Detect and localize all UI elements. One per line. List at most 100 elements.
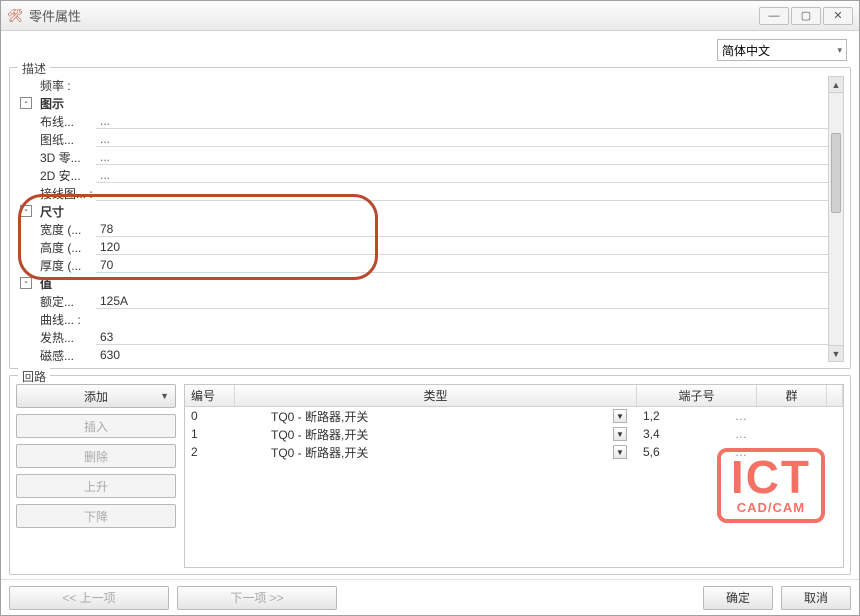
row-value[interactable]: 630 xyxy=(96,347,828,362)
description-legend: 描述 xyxy=(18,60,50,77)
tree-row[interactable]: 发热...63 xyxy=(16,328,828,346)
row-value[interactable]: 70 xyxy=(96,257,828,273)
titlebar: 零件属性 — ▢ ✕ xyxy=(1,1,859,31)
window-title: 零件属性 xyxy=(29,6,757,25)
table-row[interactable]: 1TQ0 - 断路器,开关▼3,4… xyxy=(185,425,843,443)
row-label: 磁感... xyxy=(36,347,96,363)
language-selected: 简体中文 xyxy=(722,42,770,59)
row-value[interactable]: 63 xyxy=(96,329,828,345)
cell-num: 2 xyxy=(185,443,235,461)
table-row[interactable]: 0TQ0 - 断路器,开关▼1,2… xyxy=(185,407,843,425)
tools-icon xyxy=(7,8,23,24)
row-label: 宽度 (... xyxy=(36,221,96,238)
row-label: 3D 零... xyxy=(36,149,96,166)
row-label: 2D 安... xyxy=(36,167,96,184)
tree-row[interactable]: 高度 (...120 xyxy=(16,238,828,256)
minimize-button[interactable]: — xyxy=(759,7,789,25)
row-value[interactable]: ... xyxy=(96,167,828,183)
dropdown-icon[interactable]: ▼ xyxy=(613,445,627,459)
cell-type[interactable]: TQ0 - 断路器,开关▼ xyxy=(235,407,637,425)
table-row[interactable]: 2TQ0 - 断路器,开关▼5,6… xyxy=(185,443,843,461)
chevron-down-icon: ▼ xyxy=(160,391,169,401)
maximize-button[interactable]: ▢ xyxy=(791,7,821,25)
tree-row[interactable]: 厚度 (...70 xyxy=(16,256,828,274)
cell-type[interactable]: TQ0 - 断路器,开关▼ xyxy=(235,443,637,461)
add-button[interactable]: 添加 ▼ xyxy=(16,384,176,408)
more-icon[interactable]: … xyxy=(731,445,751,459)
cell-terminal[interactable]: 1,2… xyxy=(637,407,757,425)
move-down-button: 下降 xyxy=(16,504,176,528)
cell-terminal[interactable]: 3,4… xyxy=(637,425,757,443)
row-value[interactable]: 125A xyxy=(96,293,828,309)
cell-terminal[interactable]: 5,6… xyxy=(637,443,757,461)
scroll-down-icon[interactable]: ▼ xyxy=(829,345,843,361)
row-value[interactable] xyxy=(96,77,828,93)
grid-body: 0TQ0 - 断路器,开关▼1,2…1TQ0 - 断路器,开关▼3,4…2TQ0… xyxy=(185,407,843,567)
row-label: 布线... xyxy=(36,113,96,130)
circuits-grid[interactable]: 编号 类型 端子号 群 0TQ0 - 断路器,开关▼1,2…1TQ0 - 断路器… xyxy=(184,384,844,568)
cell-group[interactable] xyxy=(757,407,827,425)
ok-button[interactable]: 确定 xyxy=(703,586,773,610)
tree-row[interactable]: 额定...125A xyxy=(16,292,828,310)
more-icon[interactable]: … xyxy=(731,409,751,423)
circuits-fieldset: 回路 添加 ▼ 插入 删除 上升 下降 编号 类型 端子号 xyxy=(9,375,851,575)
row-value[interactable]: 78 xyxy=(96,221,828,237)
tree-row[interactable]: 图纸...... xyxy=(16,130,828,148)
dropdown-icon[interactable]: ▼ xyxy=(613,427,627,441)
tree-row[interactable]: 接线图... :... xyxy=(16,184,828,202)
row-label: 高度 (... xyxy=(36,239,96,256)
footer-bar: << 上一项 下一项 >> 确定 取消 xyxy=(1,579,859,615)
tree-row[interactable]: 布线...... xyxy=(16,112,828,130)
tree-row[interactable]: 频率 : xyxy=(16,76,828,94)
row-label: 接线图... : xyxy=(36,185,96,202)
tree-group[interactable]: -尺寸 xyxy=(16,202,828,220)
scroll-thumb[interactable] xyxy=(831,133,841,213)
row-value[interactable]: ... xyxy=(96,131,828,147)
tree-row[interactable]: 3D 零...... xyxy=(16,148,828,166)
col-terminal[interactable]: 端子号 xyxy=(637,385,757,406)
dropdown-icon[interactable]: ▼ xyxy=(613,409,627,423)
language-select[interactable]: 简体中文 ▾ xyxy=(717,39,847,61)
row-label: 图纸... xyxy=(36,131,96,148)
description-tree[interactable]: 频率 :-图示布线......图纸......3D 零......2D 安...… xyxy=(16,76,828,362)
window: 零件属性 — ▢ ✕ 简体中文 ▾ 描述 频率 :-图示布线......图纸..… xyxy=(0,0,860,616)
col-group[interactable]: 群 xyxy=(757,385,827,406)
circuits-legend: 回路 xyxy=(18,368,50,385)
scroll-up-icon[interactable]: ▲ xyxy=(829,77,843,93)
row-label: 发热... xyxy=(36,329,96,346)
group-label: 图示 xyxy=(36,95,96,112)
cell-group[interactable] xyxy=(757,443,827,461)
tree-group[interactable]: -值 xyxy=(16,274,828,292)
close-button[interactable]: ✕ xyxy=(823,7,853,25)
tree-row[interactable]: 曲线... : xyxy=(16,310,828,328)
row-value[interactable]: ... xyxy=(96,113,828,129)
col-type[interactable]: 类型 xyxy=(235,385,637,406)
group-label: 尺寸 xyxy=(36,203,96,220)
col-num[interactable]: 编号 xyxy=(185,385,235,406)
expander-icon[interactable]: - xyxy=(20,277,32,289)
move-up-button: 上升 xyxy=(16,474,176,498)
cell-type[interactable]: TQ0 - 断路器,开关▼ xyxy=(235,425,637,443)
cell-group[interactable] xyxy=(757,425,827,443)
row-label: 额定... xyxy=(36,293,96,310)
row-label: 厚度 (... xyxy=(36,257,96,274)
row-value[interactable]: 120 xyxy=(96,239,828,255)
row-value[interactable]: ... xyxy=(96,185,828,201)
chevron-down-icon: ▾ xyxy=(837,45,842,56)
tree-row[interactable]: 2D 安...... xyxy=(16,166,828,184)
expander-icon[interactable]: - xyxy=(20,97,32,109)
group-label: 值 xyxy=(36,275,96,292)
description-scrollbar[interactable]: ▲ ▼ xyxy=(828,76,844,362)
row-value[interactable] xyxy=(96,311,828,327)
next-button: 下一项 >> xyxy=(177,586,337,610)
more-icon[interactable]: … xyxy=(731,427,751,441)
tree-row[interactable]: 宽度 (...78 xyxy=(16,220,828,238)
tree-group[interactable]: -图示 xyxy=(16,94,828,112)
row-label: 频率 : xyxy=(36,77,96,94)
delete-button: 删除 xyxy=(16,444,176,468)
description-fieldset: 描述 频率 :-图示布线......图纸......3D 零......2D 安… xyxy=(9,67,851,369)
row-value[interactable]: ... xyxy=(96,149,828,165)
cancel-button[interactable]: 取消 xyxy=(781,586,851,610)
tree-row[interactable]: 磁感...630 xyxy=(16,346,828,362)
expander-icon[interactable]: - xyxy=(20,205,32,217)
